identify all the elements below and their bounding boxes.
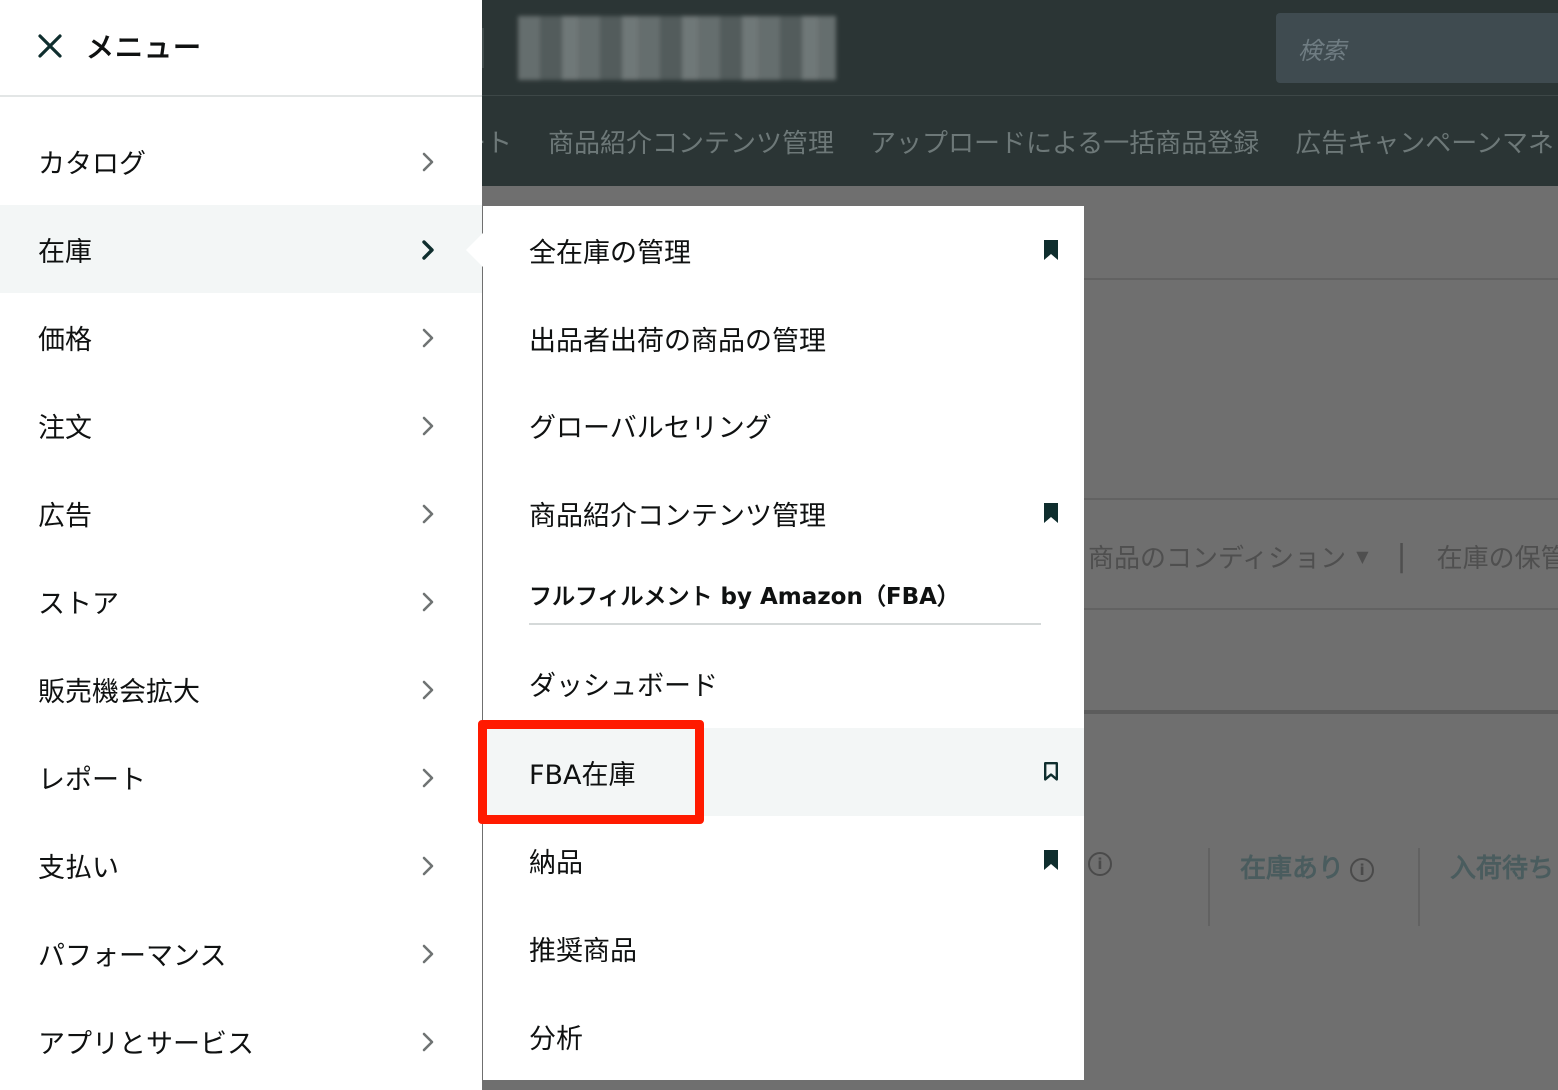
- stat-divider: [1208, 848, 1210, 926]
- chevron-right-icon: [420, 327, 436, 349]
- background-nav-bar: ート 商品紹介コンテンツ管理 アップロードによる一括商品登録 広告キャンペーンマ…: [482, 96, 1558, 186]
- menu-item-label: 価格: [38, 324, 92, 356]
- menu-item[interactable]: 注文: [0, 381, 482, 469]
- info-icon[interactable]: i: [1350, 857, 1375, 882]
- menu-item[interactable]: 広告: [0, 469, 482, 557]
- menu-item[interactable]: 販売機会拡大: [0, 645, 482, 733]
- submenu-pointer: [466, 233, 483, 267]
- nav-item[interactable]: 広告キャンペーンマネ: [1295, 123, 1554, 160]
- submenu-item[interactable]: 納品: [483, 816, 1084, 904]
- blurred-store-name: [518, 16, 836, 80]
- main-menu-panel: メニュー カタログ在庫価格注文広告ストア販売機会拡大 レポート支払いパフォーマンス…: [0, 0, 482, 1090]
- chevron-right-icon: [420, 415, 436, 437]
- menu-title: メニュー: [86, 31, 203, 64]
- condition-filter[interactable]: 商品のコンディション: [1088, 538, 1346, 575]
- submenu-item[interactable]: FBA在庫: [483, 728, 1084, 816]
- fba-section-title: フルフィルメント by Amazon（FBA）: [529, 584, 960, 610]
- chevron-right-icon: [420, 1031, 436, 1053]
- dropdown-caret-icon: ▼: [1356, 546, 1369, 566]
- stat-label: 入荷待ち: [1450, 854, 1555, 884]
- menu-header: メニュー: [0, 0, 482, 97]
- menu-item-label: 広告: [38, 500, 92, 532]
- chevron-right-icon: [420, 591, 436, 613]
- storage-filter[interactable]: 在庫の保管: [1437, 538, 1558, 575]
- stat-divider: [1418, 848, 1420, 926]
- menu-item-label: レポート: [38, 764, 146, 796]
- submenu-item[interactable]: ダッシュボード: [483, 639, 1084, 727]
- chevron-right-icon: [420, 679, 436, 701]
- chevron-right-icon: [420, 767, 436, 789]
- nav-item[interactable]: ート: [482, 123, 512, 160]
- search-input[interactable]: 検索: [1276, 13, 1558, 83]
- menu-item[interactable]: レポート: [0, 733, 482, 821]
- menu-item-label: ストア: [38, 588, 119, 620]
- menu-item-label: 販売機会拡大: [38, 676, 200, 708]
- nav-item[interactable]: 商品紹介コンテンツ管理: [548, 123, 834, 160]
- submenu-item-label: FBA在庫: [529, 759, 636, 791]
- divider: [1082, 710, 1558, 714]
- chevron-right-icon: [420, 943, 436, 965]
- chevron-right-icon: [420, 855, 436, 877]
- bookmark-filled-icon[interactable]: [1043, 502, 1059, 524]
- bookmark-filled-icon[interactable]: [1043, 849, 1059, 871]
- header-divider: [482, 28, 484, 68]
- close-icon[interactable]: [36, 32, 64, 60]
- menu-item[interactable]: 価格: [0, 293, 482, 381]
- menu-item-label: 在庫: [38, 236, 92, 268]
- submenu-item-label: 分析: [529, 1023, 583, 1055]
- menu-item[interactable]: パフォーマンス: [0, 909, 482, 997]
- filter-separator: |: [1396, 538, 1407, 574]
- submenu-item-label: ダッシュボード: [529, 670, 718, 702]
- chevron-right-icon: [420, 151, 436, 173]
- menu-item[interactable]: 支払い: [0, 821, 482, 909]
- submenu-item-label: 全在庫の管理: [529, 237, 691, 269]
- submenu-item[interactable]: 分析: [483, 992, 1084, 1080]
- divider: [1082, 278, 1558, 280]
- menu-item-label: 支払い: [38, 852, 119, 884]
- menu-item-label: カタログ: [38, 148, 146, 180]
- menu-item-label: パフォーマンス: [38, 940, 227, 972]
- menu-item[interactable]: ストア: [0, 557, 482, 645]
- menu-list: カタログ在庫価格注文広告ストア販売機会拡大 レポート支払いパフォーマンス アプリとサ…: [0, 117, 482, 1085]
- submenu-item[interactable]: 推奨商品: [483, 904, 1084, 992]
- chevron-right-icon: [420, 239, 436, 261]
- submenu-item-label: 納品: [529, 847, 583, 879]
- menu-item[interactable]: 在庫: [0, 205, 482, 293]
- background-header: 検索 ート 商品紹介コンテンツ管理 アップロードによる一括商品登録 広告キャンペ…: [482, 0, 1558, 186]
- menu-item[interactable]: カタログ: [0, 117, 482, 205]
- background-top-bar: 検索: [482, 0, 1558, 96]
- bookmark-outline-icon[interactable]: [1043, 761, 1059, 783]
- chevron-right-icon: [420, 503, 436, 525]
- submenu-item[interactable]: 出品者出荷の商品の管理: [483, 294, 1084, 382]
- submenu-item-label: グローバルセリング: [529, 412, 772, 444]
- divider: [1082, 608, 1558, 610]
- fba-section-header: フルフィルメント by Amazon（FBA）: [529, 577, 1041, 625]
- submenu-item-label: 推奨商品: [529, 935, 637, 967]
- divider: [1082, 498, 1558, 500]
- nav-item[interactable]: アップロードによる一括商品登録: [870, 123, 1259, 160]
- menu-item-label: アプリとサービス: [38, 1028, 254, 1060]
- submenu-item[interactable]: 全在庫の管理: [483, 206, 1084, 294]
- inventory-submenu-panel: フルフィルメント by Amazon（FBA） 全在庫の管理出品者出荷の商品の管…: [483, 206, 1084, 1080]
- menu-item[interactable]: アプリとサービス: [0, 997, 482, 1085]
- background-stats-row: i 在庫あり i 入荷待ち: [1082, 836, 1558, 936]
- stat-in-stock: 在庫あり i: [1240, 848, 1375, 885]
- bookmark-filled-icon[interactable]: [1043, 239, 1059, 261]
- stat-label: 在庫あり: [1240, 854, 1345, 884]
- background-filter-row: 商品のコンディション ▼ | 在庫の保管: [1088, 536, 1558, 576]
- submenu-item-label: 出品者出荷の商品の管理: [529, 325, 826, 357]
- submenu-item-label: 商品紹介コンテンツ管理: [529, 500, 826, 532]
- menu-item-label: 注文: [38, 412, 92, 444]
- info-icon[interactable]: i: [1088, 852, 1112, 876]
- stat-inbound: 入荷待ち: [1450, 848, 1554, 885]
- submenu-item[interactable]: グローバルセリング: [483, 381, 1084, 469]
- submenu-item[interactable]: 商品紹介コンテンツ管理: [483, 469, 1084, 557]
